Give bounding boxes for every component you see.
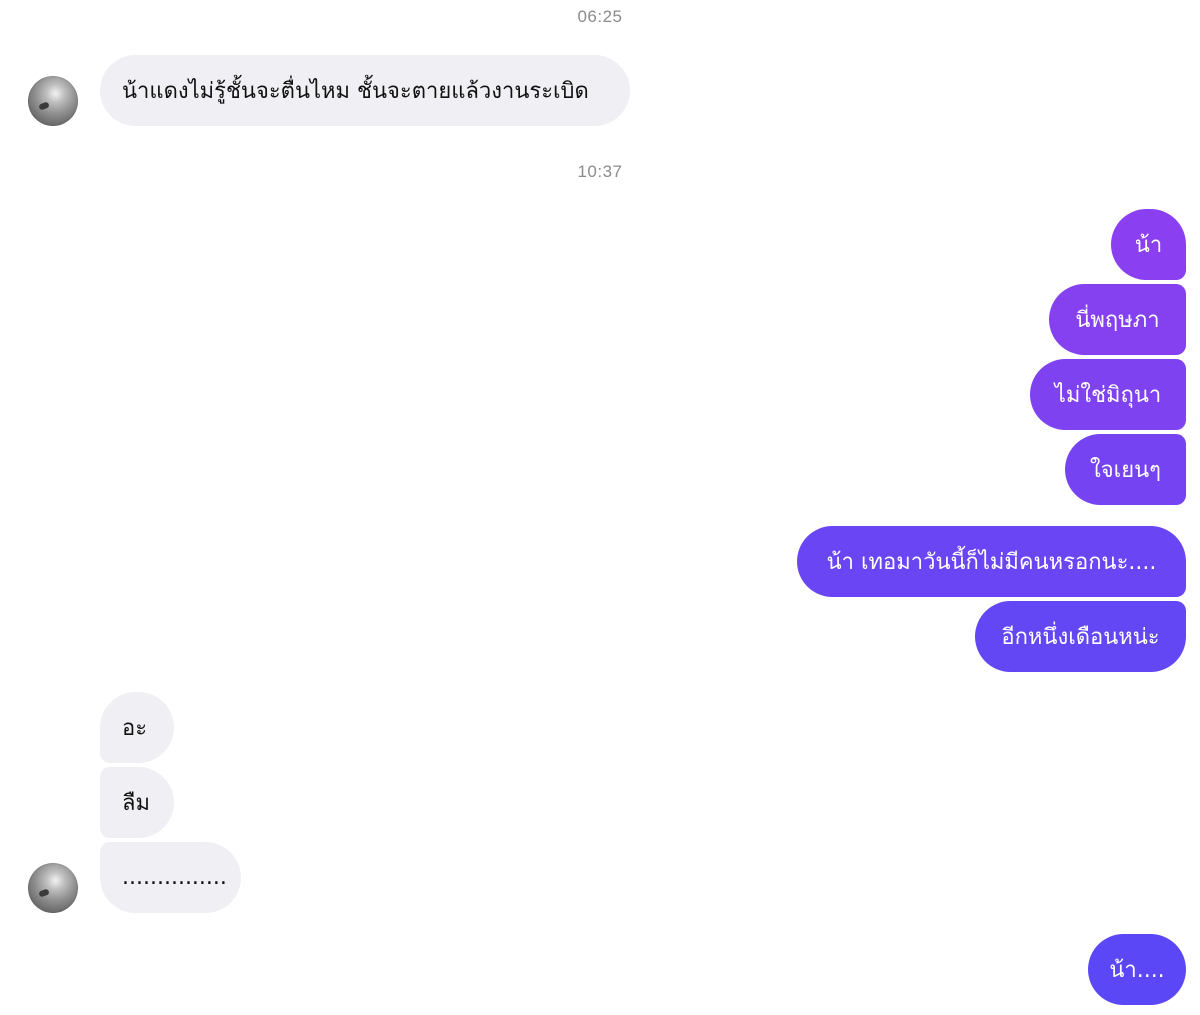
message-text: ...............	[122, 865, 227, 890]
outgoing-message[interactable]: น้า	[1111, 209, 1186, 280]
message-text: ไม่ใช่มิถุนา	[1054, 383, 1162, 408]
message-text: น้า....	[1109, 958, 1165, 983]
incoming-message[interactable]: อะ	[100, 692, 174, 763]
incoming-message[interactable]: ...............	[100, 842, 241, 913]
message-text: อะ	[122, 716, 148, 741]
outgoing-message[interactable]: ไม่ใช่มิถุนา	[1030, 359, 1186, 430]
incoming-message[interactable]: น้าแดงไม่รู้ชั้นจะตื่นไหม ชั้นจะตายแล้วง…	[100, 55, 630, 126]
message-text: ใจเยนๆ	[1090, 458, 1161, 483]
contact-avatar[interactable]	[28, 863, 78, 913]
timestamp: 06:25	[577, 7, 623, 26]
outgoing-message[interactable]: อีกหนึ่งเดือนหน่ะ	[975, 601, 1186, 672]
outgoing-message[interactable]: ใจเยนๆ	[1065, 434, 1186, 505]
incoming-message[interactable]: ลืม	[100, 767, 174, 838]
message-text: ลืม	[122, 791, 150, 816]
outgoing-message[interactable]: นี่พฤษภา	[1049, 284, 1186, 355]
message-text: น้าแดงไม่รู้ชั้นจะตื่นไหม ชั้นจะตายแล้วง…	[122, 79, 589, 104]
timestamp: 10:37	[577, 162, 623, 181]
message-text: น้า	[1134, 233, 1163, 258]
contact-avatar[interactable]	[28, 76, 78, 126]
outgoing-message[interactable]: น้า....	[1088, 934, 1186, 1005]
message-text: อีกหนึ่งเดือนหน่ะ	[1001, 625, 1160, 650]
message-text: นี่พฤษภา	[1075, 308, 1160, 333]
message-text: น้า เทอมาวันนี้ก็ไม่มีคนหรอกนะ....	[826, 550, 1157, 575]
outgoing-message[interactable]: น้า เทอมาวันนี้ก็ไม่มีคนหรอกนะ....	[797, 526, 1186, 597]
